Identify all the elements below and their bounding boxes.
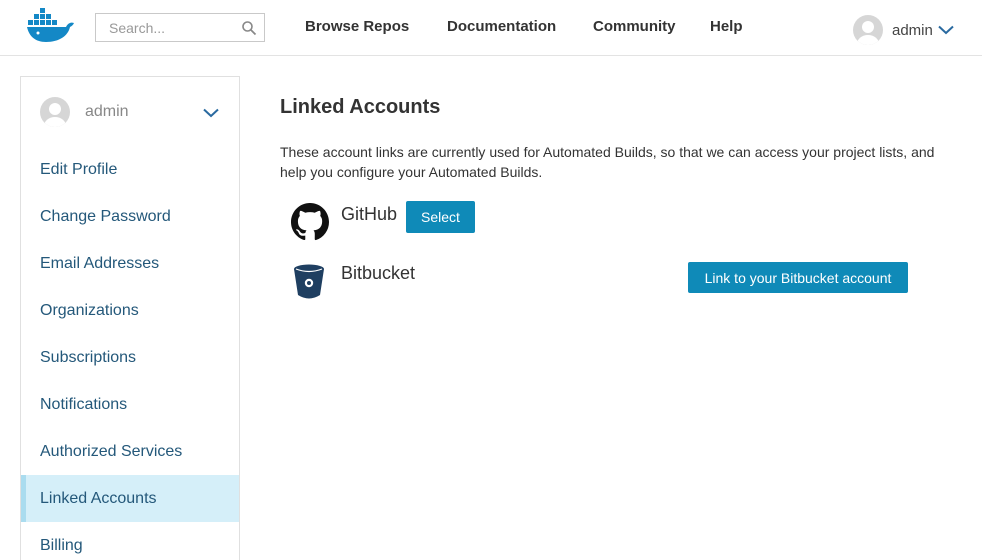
sidebar-item-edit-profile[interactable]: Edit Profile xyxy=(21,146,239,193)
top-navbar: Browse Repos Documentation Community Hel… xyxy=(0,0,982,56)
sidebar-item-authorized-services[interactable]: Authorized Services xyxy=(21,428,239,475)
search-icon[interactable] xyxy=(241,20,257,36)
sidebar-item-notifications[interactable]: Notifications xyxy=(21,381,239,428)
bitbucket-icon xyxy=(293,264,325,305)
settings-sidebar: admin Edit Profile Change Password Email… xyxy=(20,76,240,560)
sidebar-item-linked-accounts[interactable]: Linked Accounts xyxy=(21,475,239,522)
chevron-down-icon xyxy=(203,105,219,123)
search-input[interactable] xyxy=(96,14,236,41)
nav-documentation[interactable]: Documentation xyxy=(447,18,556,35)
github-select-button[interactable]: Select xyxy=(406,201,475,233)
avatar xyxy=(853,15,883,45)
sidebar-item-organizations[interactable]: Organizations xyxy=(21,287,239,334)
nav-community[interactable]: Community xyxy=(593,18,676,35)
link-bitbucket-button[interactable]: Link to your Bitbucket account xyxy=(688,262,908,293)
sidebar-item-subscriptions[interactable]: Subscriptions xyxy=(21,334,239,381)
page-title: Linked Accounts xyxy=(280,96,441,118)
sidebar-user-name: admin xyxy=(85,103,129,120)
page-description: These account links are currently used f… xyxy=(280,144,935,180)
user-name: admin xyxy=(892,21,933,39)
docker-logo-icon[interactable] xyxy=(26,6,76,44)
chevron-down-icon xyxy=(938,22,954,40)
sidebar-item-change-password[interactable]: Change Password xyxy=(21,193,239,240)
sidebar-item-billing[interactable]: Billing xyxy=(21,522,239,560)
bitbucket-provider-name: Bitbucket xyxy=(341,263,416,283)
search-box xyxy=(95,13,265,42)
sidebar-user-toggle[interactable]: admin xyxy=(21,77,239,147)
nav-browse-repos[interactable]: Browse Repos xyxy=(305,18,409,35)
avatar xyxy=(40,97,70,127)
github-icon xyxy=(291,203,329,246)
github-provider-name: GitHub xyxy=(341,204,398,224)
user-menu[interactable]: admin xyxy=(853,15,954,45)
nav-help[interactable]: Help xyxy=(710,18,743,35)
sidebar-item-email-addresses[interactable]: Email Addresses xyxy=(21,240,239,287)
